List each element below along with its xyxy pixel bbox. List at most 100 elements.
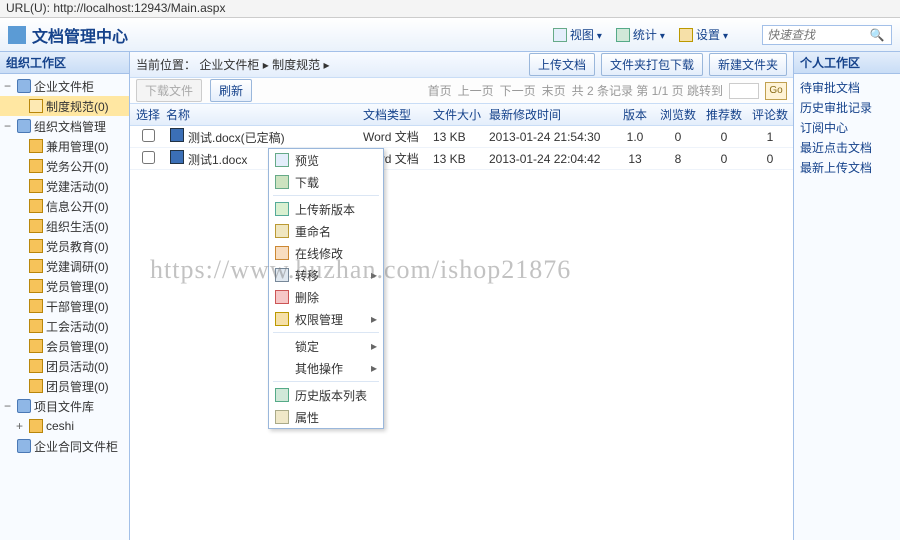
grid-header: 选择 名称 文档类型 文件大小 最新修改时间 版本 浏览数 推荐数 评论数 [130,104,793,126]
tree-item-label: 党员管理(0) [46,278,109,295]
pager-go-button[interactable]: Go [765,82,787,100]
tree-item[interactable]: 党员管理(0) [0,276,129,296]
col-type[interactable]: 文档类型 [363,106,433,123]
cm-rename[interactable]: 重命名 [269,220,383,242]
tree-item[interactable]: 工会活动(0) [0,316,129,336]
col-time[interactable]: 最新修改时间 [489,106,615,123]
folder-icon [29,239,43,253]
menu-settings[interactable]: 设置 [679,26,728,43]
new-folder-button[interactable]: 新建文件夹 [709,53,787,76]
folder-icon [29,179,43,193]
row-checkbox[interactable] [142,129,155,142]
move-icon [275,268,289,282]
other-icon [275,361,289,375]
tree-item[interactable]: 党建活动(0) [0,176,129,196]
toolbar: 下载文件 刷新 首页 上一页 下一页 末页 共 2 条记录 第 1/1 页 跳转… [130,78,793,104]
tree-item[interactable]: 会员管理(0) [0,336,129,356]
col-recommend[interactable]: 推荐数 [701,106,747,123]
tree-item[interactable]: 党建调研(0) [0,256,129,276]
pager-prev[interactable]: 上一页 [458,82,494,99]
cm-delete[interactable]: 删除 [269,286,383,308]
row-checkbox[interactable] [142,151,155,164]
tree-item[interactable]: 组织生活(0) [0,216,129,236]
tree-item[interactable]: −项目文件库 [0,396,129,416]
submenu-arrow-icon: ▸ [371,268,377,282]
tree-item-label: 党员教育(0) [46,238,109,255]
folder-open-icon [29,99,43,113]
tree-item[interactable]: 党员教育(0) [0,236,129,256]
cm-permissions[interactable]: 权限管理▸ [269,308,383,330]
personal-item[interactable]: 历史审批记录 [800,98,894,118]
personal-item[interactable]: 待审批文档 [800,78,894,98]
expand-icon[interactable]: + [16,419,26,433]
pack-download-button[interactable]: 文件夹打包下载 [601,53,703,76]
cm-lock[interactable]: 锁定▸ [269,335,383,357]
submenu-arrow-icon: ▸ [371,312,377,326]
tree-item[interactable]: − 企业文件柜 [0,76,129,96]
cm-other[interactable]: 其他操作▸ [269,357,383,379]
tree-item[interactable]: 信息公开(0) [0,196,129,216]
search-button[interactable]: 🔍 [867,26,887,44]
col-comments[interactable]: 评论数 [747,106,793,123]
cm-download[interactable]: 下载 [269,171,383,193]
pager-input[interactable] [729,83,759,99]
cell-size: 13 KB [433,130,489,144]
col-views[interactable]: 浏览数 [655,106,701,123]
tree-item[interactable]: +ceshi [0,416,129,436]
upload-doc-button[interactable]: 上传文档 [529,53,595,76]
edit-icon [275,246,289,260]
tree-item[interactable]: 干部管理(0) [0,296,129,316]
file-name[interactable]: 测试1.docx [188,153,247,167]
cm-history[interactable]: 历史版本列表 [269,384,383,406]
download-file-button[interactable]: 下载文件 [136,79,202,102]
tree-item[interactable]: − 组织文档管理 [0,116,129,136]
col-version[interactable]: 版本 [615,106,655,123]
personal-item[interactable]: 最近点击文档 [800,138,894,158]
header-menu: 视图 统计 设置 🔍 [553,25,892,45]
right-pane-title: 个人工作区 [794,52,900,74]
personal-item[interactable]: 最新上传文档 [800,158,894,178]
cm-online-edit[interactable]: 在线修改 [269,242,383,264]
refresh-button[interactable]: 刷新 [210,79,252,102]
history-icon [275,388,289,402]
pager-last[interactable]: 末页 [542,82,566,99]
pager-first[interactable]: 首页 [428,82,452,99]
personal-item[interactable]: 订阅中心 [800,118,894,138]
table-row[interactable]: 测试1.docxWord 文档13 KB2013-01-24 22:04:421… [130,148,793,170]
delete-icon [275,290,289,304]
cell-size: 13 KB [433,152,489,166]
cm-preview[interactable]: 预览 [269,149,383,171]
rename-icon [275,224,289,238]
expand-icon[interactable]: − [4,119,14,133]
col-size[interactable]: 文件大小 [433,106,489,123]
tree-item-label: 制度规范(0) [46,98,109,115]
tree-item-label: 企业合同文件柜 [34,438,118,455]
right-pane: 个人工作区 待审批文档历史审批记录订阅中心最近点击文档最新上传文档 [794,52,900,540]
table-row[interactable]: 测试.docx(已定稿)Word 文档13 KB2013-01-24 21:54… [130,126,793,148]
tree-item[interactable]: 兼用管理(0) [0,136,129,156]
tree-item-label: 工会活动(0) [46,318,109,335]
pager-info: 共 2 条记录 第 1/1 页 跳转到 [572,82,723,99]
file-name[interactable]: 测试.docx(已定稿) [188,131,285,145]
cm-upload-version[interactable]: 上传新版本 [269,198,383,220]
tree-item-label: 组织文档管理 [34,118,106,135]
search-input[interactable] [763,28,867,42]
expand-icon[interactable]: − [4,79,14,93]
menu-stats[interactable]: 统计 [616,26,665,43]
col-name[interactable]: 名称 [166,106,363,123]
expand-icon[interactable]: − [4,399,14,413]
tree-item-label: 企业文件柜 [34,78,94,95]
tree-item[interactable]: 团员管理(0) [0,376,129,396]
tree-item[interactable]: 企业合同文件柜 [0,436,129,456]
tree-item[interactable]: 制度规范(0) [0,96,129,116]
menu-view[interactable]: 视图 [553,26,602,43]
cm-properties[interactable]: 属性 [269,406,383,428]
tree-item[interactable]: 团员活动(0) [0,356,129,376]
left-pane-title: 组织工作区 [0,52,129,74]
url-bar: URL(U): http://localhost:12943/Main.aspx [0,0,900,18]
cm-move[interactable]: 转移▸ [269,264,383,286]
tree-item[interactable]: 党务公开(0) [0,156,129,176]
pager-next[interactable]: 下一页 [500,82,536,99]
personal-list: 待审批文档历史审批记录订阅中心最近点击文档最新上传文档 [794,74,900,182]
separator [273,195,379,196]
